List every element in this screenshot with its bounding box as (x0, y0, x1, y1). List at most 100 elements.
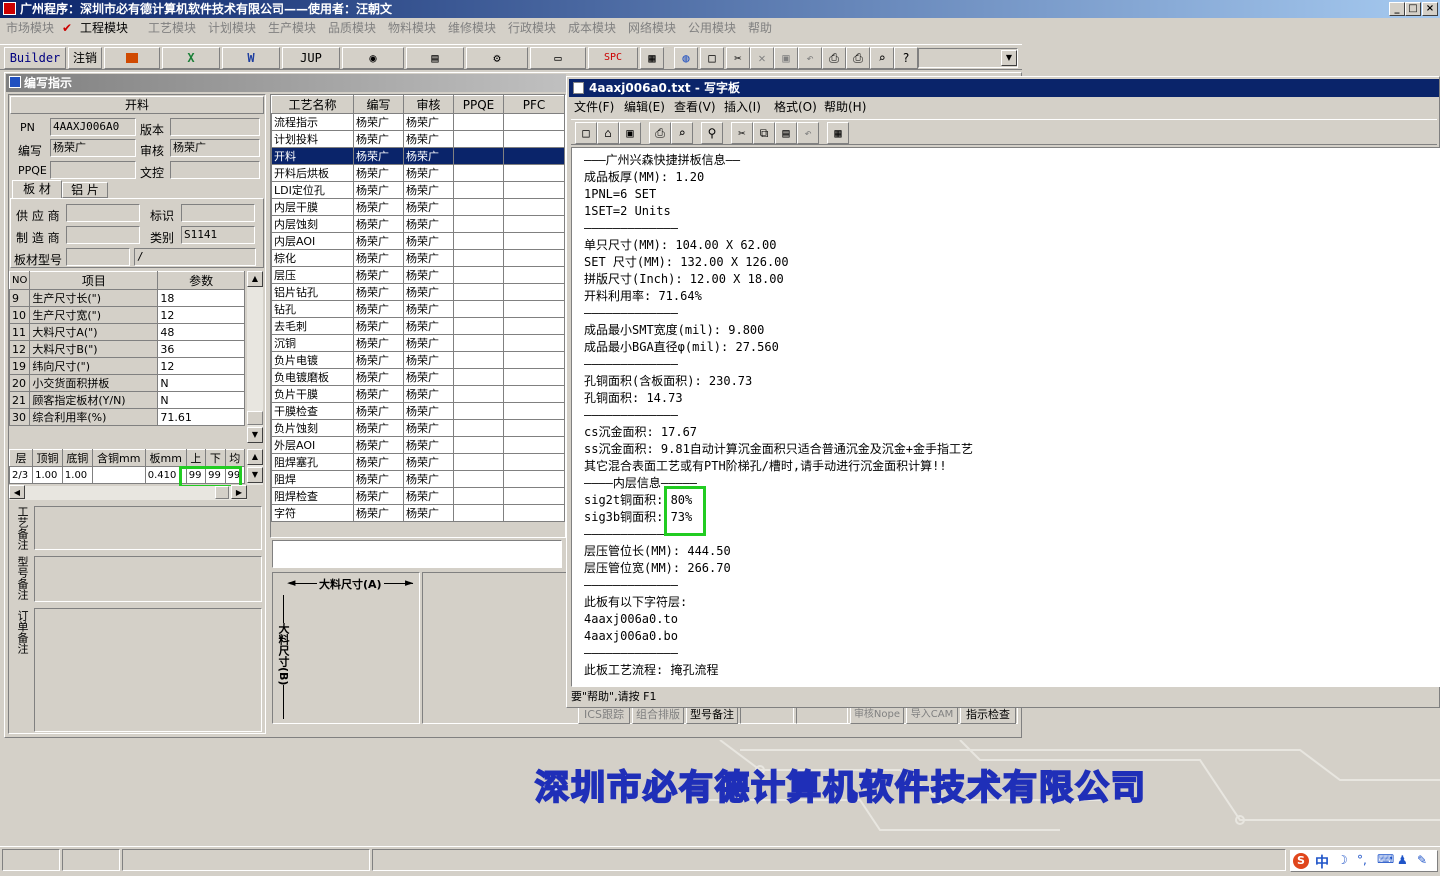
minimize-button[interactable]: _ (1389, 2, 1405, 16)
model-field-2[interactable]: / (134, 248, 256, 266)
help-icon[interactable]: ? (894, 47, 918, 69)
process-row[interactable]: 棕化 杨荣广 杨荣广 (271, 249, 565, 267)
writer-field[interactable]: 杨荣广 (50, 139, 136, 157)
menu-plan[interactable]: 计划模块 (208, 18, 256, 38)
param-value[interactable]: N (157, 391, 245, 409)
process-row[interactable]: 计划投料 杨荣广 杨荣广 (271, 130, 565, 148)
process-note-box[interactable] (34, 506, 262, 550)
process-row[interactable]: LDI定位孔 杨荣广 杨荣广 (271, 181, 565, 199)
param-row[interactable]: 20 小交货面积拼板 N (8, 374, 245, 392)
param-row[interactable]: 12 大料尺寸B(") 36 (8, 340, 245, 358)
chevron-down-icon[interactable]: ▼ (1001, 50, 1017, 66)
tab-aluminum[interactable]: 铝 片 (62, 182, 108, 198)
excel-icon[interactable]: X (162, 47, 220, 69)
cut-icon[interactable]: ✂ (726, 47, 750, 69)
eye-icon[interactable]: ◉ (342, 47, 404, 69)
wp-menu-file[interactable]: 文件(F) (574, 97, 614, 117)
scroll-thumb[interactable] (247, 411, 263, 425)
punctuation-icon[interactable]: °, (1357, 853, 1367, 867)
undo-icon[interactable]: ↶ (797, 122, 819, 144)
param-row[interactable]: 10 生产尺寸宽(") 12 (8, 306, 245, 324)
find-icon[interactable]: ⚲ (701, 122, 723, 144)
instruction-check-button[interactable]: 指示检查 (960, 706, 1016, 724)
model-note-button[interactable]: 型号备注 (686, 706, 738, 724)
process-row[interactable]: 干膜检查 杨荣广 杨荣广 (271, 402, 565, 420)
params-scrollbar[interactable]: ▲ ▼ (247, 271, 263, 443)
supplier-field[interactable] (66, 204, 140, 222)
tools-icon[interactable]: ✎ (1417, 853, 1427, 867)
process-row[interactable]: 阻焊检查 杨荣广 杨荣广 (271, 487, 565, 505)
ppqe-field[interactable] (50, 161, 136, 179)
insert-datetime-icon[interactable]: ▦ (827, 122, 849, 144)
find-icon[interactable]: ⌕ (870, 47, 894, 69)
reviewer-field[interactable]: 杨荣广 (170, 139, 260, 157)
computer-icon[interactable]: ▭ (530, 47, 586, 69)
menu-market[interactable]: 市场模块 (6, 18, 54, 38)
print-icon[interactable]: ⎙ (649, 122, 671, 144)
wp-menu-format[interactable]: 格式(O) (774, 97, 817, 117)
category-field[interactable]: S1141 (181, 226, 255, 244)
process-row[interactable]: 开料后烘板 杨荣广 杨荣广 (271, 164, 565, 182)
hscroll-thumb[interactable] (215, 486, 229, 499)
logout-button[interactable]: 注销 (68, 47, 102, 69)
scroll-up-icon[interactable]: ▲ (247, 271, 263, 287)
process-row[interactable]: 阻焊塞孔 杨荣广 杨荣广 (271, 453, 565, 471)
save-icon[interactable]: ▣ (619, 122, 641, 144)
open-icon[interactable]: ⌂ (597, 122, 619, 144)
pn-field[interactable]: 4AAXJ006A0 (50, 118, 136, 136)
scroll-up-icon[interactable]: ▲ (247, 449, 263, 465)
layer-cell[interactable] (91, 466, 146, 484)
scroll-down-icon[interactable]: ▼ (247, 427, 263, 443)
close-button[interactable]: × (1422, 2, 1438, 16)
menu-quality[interactable]: 品质模块 (328, 18, 376, 38)
order-note-box[interactable] (34, 608, 262, 732)
menu-process[interactable]: 工艺模块 (148, 18, 196, 38)
menu-material[interactable]: 物料模块 (388, 18, 436, 38)
undo-icon[interactable]: ↶ (798, 47, 822, 69)
param-value[interactable]: 48 (157, 323, 245, 341)
process-row[interactable]: 沉铜 杨荣广 杨荣广 (271, 334, 565, 352)
process-row[interactable]: 负片电镀 杨荣广 杨荣广 (271, 351, 565, 369)
tab-board-material[interactable]: 板 材 (12, 180, 62, 198)
scroll-down-icon[interactable]: ▼ (247, 467, 263, 483)
process-col-header[interactable]: 编写 (353, 95, 404, 114)
layer-cell[interactable]: 1.00 (61, 466, 93, 484)
doc-control-field[interactable] (170, 161, 260, 179)
param-value[interactable]: 12 (157, 357, 245, 375)
wp-menu-view[interactable]: 查看(V) (674, 97, 716, 117)
process-row[interactable]: 层压 杨荣广 杨荣广 (271, 266, 565, 284)
process-row[interactable]: 内层干膜 杨荣广 杨荣广 (271, 198, 565, 216)
database-icon[interactable]: ▤ (406, 47, 464, 69)
print-icon[interactable]: ⎙ (846, 47, 870, 69)
toolbar-dropdown[interactable]: ▼ (918, 48, 1018, 68)
param-value[interactable]: N (157, 374, 245, 392)
wp-menu-insert[interactable]: 插入(I) (724, 97, 761, 117)
keyboard-icon[interactable]: ⌨ (1377, 852, 1394, 866)
process-row[interactable]: 铝片钻孔 杨荣广 杨荣广 (271, 283, 565, 301)
process-row[interactable]: 去毛刺 杨荣广 杨荣广 (271, 317, 565, 335)
process-col-header[interactable]: PFC (503, 95, 565, 114)
menu-admin[interactable]: 行政模块 (508, 18, 556, 38)
paste-icon[interactable]: ▤ (775, 122, 797, 144)
process-row[interactable]: 字符 杨荣广 杨荣广 (271, 504, 565, 522)
process-row[interactable]: 钻孔 杨荣广 杨荣广 (271, 300, 565, 318)
spc-button[interactable]: SPC (588, 47, 638, 69)
ime-mode[interactable]: 中 (1315, 852, 1329, 872)
param-row[interactable]: 21 顾客指定板材(Y/N) N (8, 391, 245, 409)
builder-button[interactable]: Builder (4, 47, 66, 69)
menu-engineering[interactable]: 工程模块 (80, 18, 128, 38)
param-row[interactable]: 30 综合利用率(%) 71.61 (8, 408, 245, 426)
menu-help[interactable]: 帮助 (748, 18, 772, 38)
import-cam-button[interactable]: 导入CAM (906, 706, 958, 724)
sogou-icon[interactable]: S (1293, 853, 1309, 869)
param-value[interactable]: 36 (157, 340, 245, 358)
process-row[interactable]: 开料 杨荣广 杨荣广 (271, 147, 565, 165)
process-input[interactable] (272, 540, 562, 568)
maximize-button[interactable]: □ (1405, 2, 1421, 16)
menu-common[interactable]: 公用模块 (688, 18, 736, 38)
layer-scrollbar[interactable]: ▲ ▼ (247, 449, 263, 485)
ime-bar[interactable]: S 中 ☽ °, ⌨ ♟ ✎ (1290, 850, 1438, 872)
param-row[interactable]: 9 生产尺寸长(") 18 (8, 289, 245, 307)
scroll-left-icon[interactable]: ◀ (9, 485, 25, 499)
user-icon[interactable]: ♟ (1397, 853, 1408, 867)
